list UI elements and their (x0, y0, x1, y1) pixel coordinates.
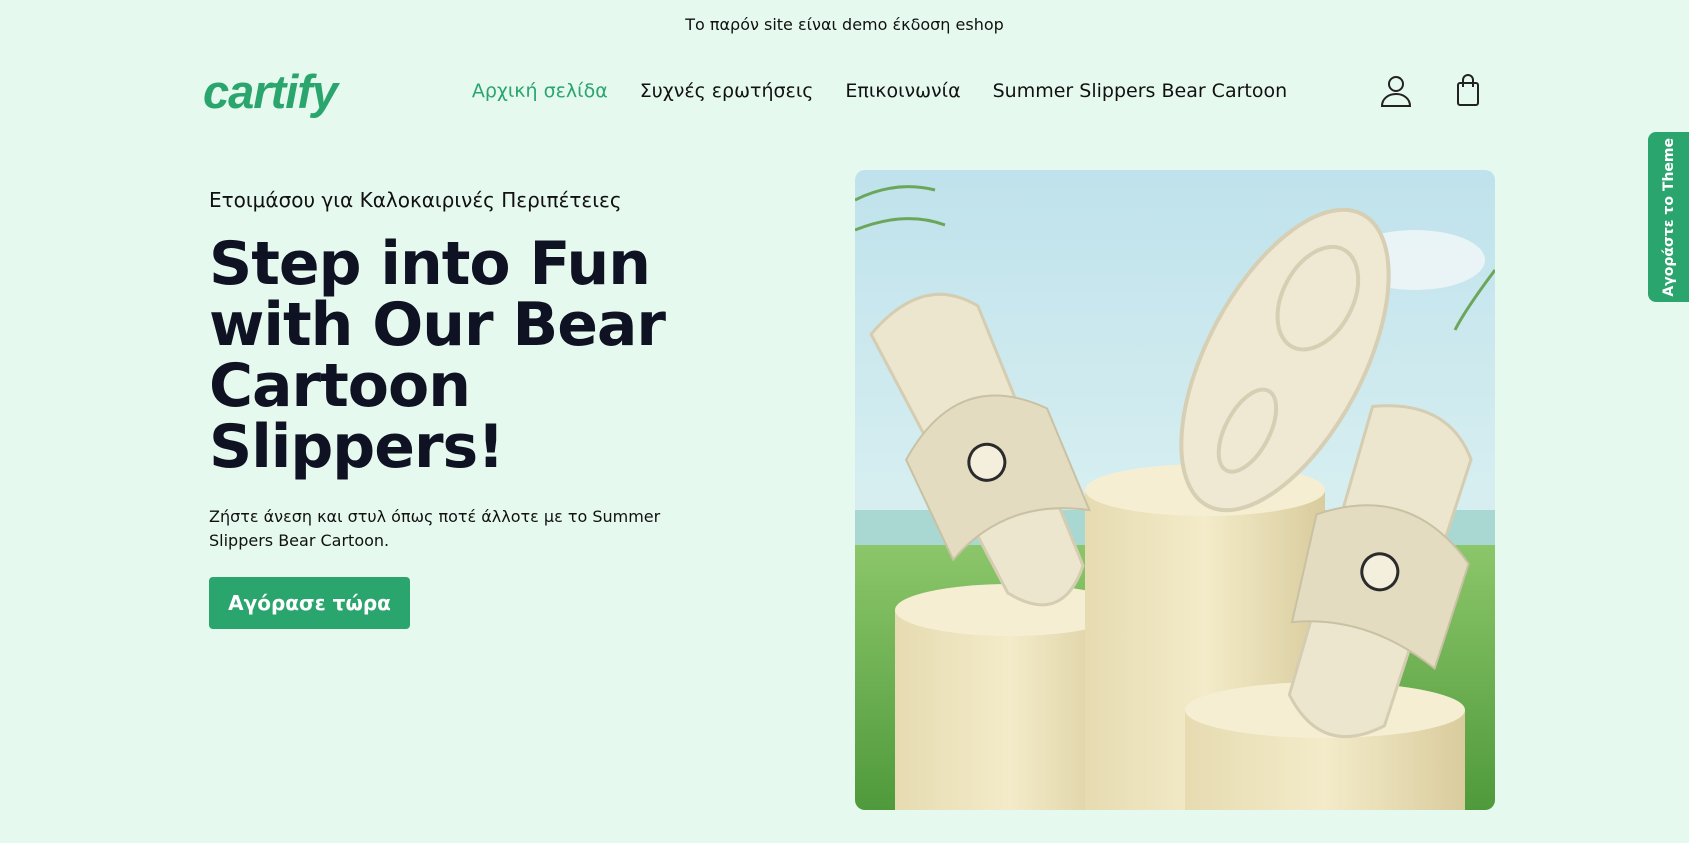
account-icon[interactable] (1378, 72, 1414, 108)
nav-item-home[interactable]: Αρχική σελίδα (472, 80, 608, 102)
buy-theme-tab[interactable]: Αγοράστε το Theme (1648, 132, 1689, 302)
site-header: cartify Αρχική σελίδα Συχνές ερωτήσεις Ε… (0, 48, 1689, 138)
hero-description: Ζήστε άνεση και στυλ όπως ποτέ άλλοτε με… (209, 507, 661, 550)
announcement-text: Το παρόν site είναι demo έκδοση eshop (685, 14, 1004, 34)
announcement-bar: Το παρόν site είναι demo έκδοση eshop (0, 0, 1689, 48)
hero-headline: Step into Fun with Our Bear Cartoon Slip… (209, 229, 666, 482)
buy-theme-label: Αγοράστε το Theme (1660, 137, 1677, 297)
main-nav: Αρχική σελίδα Συχνές ερωτήσεις Επικοινων… (0, 80, 1689, 102)
nav-item-product[interactable]: Summer Slippers Bear Cartoon (993, 80, 1288, 102)
shop-now-button[interactable]: Αγόρασε τώρα (209, 577, 410, 629)
hero-eyebrow: Ετοιμάσου για Καλοκαιρινές Περιπέτειες (209, 188, 622, 212)
nav-item-faq[interactable]: Συχνές ερωτήσεις (640, 80, 814, 102)
hero-text: Ετοιμάσου για Καλοκαιρινές Περιπέτειες S… (209, 188, 769, 629)
nav-item-contact[interactable]: Επικοινωνία (845, 80, 960, 102)
hero-product-image (855, 170, 1495, 810)
cart-icon[interactable] (1450, 72, 1486, 108)
